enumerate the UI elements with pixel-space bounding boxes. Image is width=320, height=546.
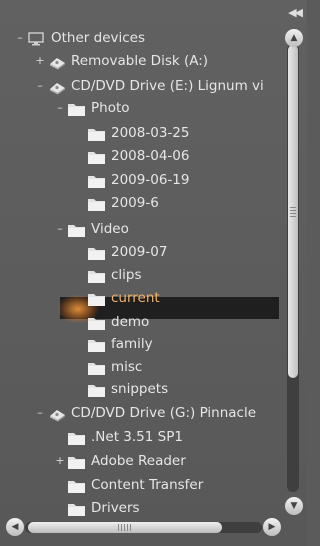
tree-item-label: Drivers (91, 500, 140, 516)
tree-item-label: 2008-03-25 (111, 125, 190, 141)
tree-item-label: Other devices (51, 30, 145, 46)
folder-icon (67, 477, 87, 495)
tree-item-label: 2009-07 (111, 244, 168, 260)
tree-item-selected[interactable]: current (0, 287, 284, 310)
tree-item-label: current (111, 290, 160, 306)
tree-item[interactable]: 2008-04-06 (0, 145, 284, 168)
folder-icon (67, 500, 87, 518)
tree-item-label: Video (91, 221, 129, 237)
tree-item-label: demo (111, 314, 150, 330)
expand-icon[interactable]: + (34, 55, 46, 67)
folder-icon (87, 381, 107, 399)
disc-icon (47, 405, 67, 423)
collapse-icon[interactable]: – (34, 80, 46, 92)
folder-icon (67, 453, 87, 471)
tree-item[interactable]: Drivers (0, 497, 284, 520)
drive-icon (47, 53, 67, 71)
folder-icon (87, 195, 107, 213)
tree-item-label: family (111, 336, 153, 352)
folder-icon (67, 100, 87, 118)
tree-item[interactable]: misc (0, 356, 284, 379)
tree-item[interactable]: 2009-6 (0, 192, 284, 215)
folder-icon (87, 267, 107, 285)
tree-item-label: CD/DVD Drive (G:) Pinnacle (71, 405, 257, 421)
tree-item[interactable]: 2008-03-25 (0, 122, 284, 145)
collapse-icon[interactable]: – (14, 32, 26, 44)
folder-tree: – Other devices + Removable Disk (A:) – CD/DV… (0, 24, 284, 520)
scroll-left-button[interactable]: ◀ (6, 518, 24, 536)
tree-item[interactable]: + Adobe Reader (0, 450, 284, 473)
tree-item[interactable]: .Net 3.51 SP1 (0, 426, 284, 449)
collapse-panel-icon[interactable]: ◀◀ (288, 6, 303, 19)
tree-item[interactable]: snippets (0, 378, 284, 401)
folder-icon (87, 314, 107, 332)
tree-item-label: Adobe Reader (91, 453, 186, 469)
collapse-icon[interactable]: – (34, 407, 46, 419)
scroll-right-button[interactable]: ▶ (263, 518, 281, 536)
tree-item-label: misc (111, 359, 143, 375)
disc-icon (47, 78, 67, 96)
tree-item-label: 2009-06-19 (111, 172, 190, 188)
scroll-up-button[interactable]: ▲ (285, 29, 303, 47)
tree-item[interactable]: family (0, 333, 284, 356)
tree-item[interactable]: + Removable Disk (A:) (0, 50, 284, 73)
collapse-icon[interactable]: – (54, 102, 66, 114)
folder-icon (87, 125, 107, 143)
folder-icon (87, 359, 107, 377)
tree-item[interactable]: – CD/DVD Drive (G:) Pinnacle (0, 402, 284, 425)
vertical-scroll-grip (290, 207, 296, 219)
folder-icon (87, 172, 107, 190)
folder-icon (67, 221, 87, 239)
folder-icon (87, 290, 107, 308)
tree-item-label: clips (111, 267, 142, 283)
tree-item-label: Photo (91, 100, 130, 116)
tree-item[interactable]: 2009-06-19 (0, 169, 284, 192)
folder-icon (87, 336, 107, 354)
device-browser-panel: ◀◀ – Other devices + Removable Disk (A:) – CD… (0, 0, 307, 546)
folder-icon (87, 244, 107, 262)
tree-item[interactable]: – Photo (0, 97, 284, 120)
tree-item[interactable]: clips (0, 264, 284, 287)
tree-item-label: Removable Disk (A:) (71, 53, 209, 69)
tree-item-label: CD/DVD Drive (E:) Lignum vi (71, 78, 264, 94)
scroll-down-button[interactable]: ▼ (285, 497, 303, 515)
tree-item[interactable]: – Video (0, 218, 284, 241)
collapse-icon[interactable]: – (54, 223, 66, 235)
tree-item[interactable]: – CD/DVD Drive (E:) Lignum vi (0, 75, 284, 98)
tree-item-label: Content Transfer (91, 477, 204, 493)
tree-item-label: .Net 3.51 SP1 (91, 429, 183, 445)
tree-item[interactable]: Content Transfer (0, 474, 284, 497)
folder-icon (67, 429, 87, 447)
expand-icon[interactable]: + (54, 455, 66, 467)
tree-item-label: snippets (111, 381, 169, 397)
folder-icon (87, 148, 107, 166)
tree-item-label: 2008-04-06 (111, 148, 190, 164)
tree-item-label: 2009-6 (111, 195, 159, 211)
tree-item[interactable]: demo (0, 311, 284, 334)
monitor-icon (27, 30, 47, 48)
horizontal-scroll-grip (118, 524, 131, 531)
tree-item[interactable]: 2009-07 (0, 241, 284, 264)
tree-item[interactable]: – Other devices (0, 27, 284, 50)
